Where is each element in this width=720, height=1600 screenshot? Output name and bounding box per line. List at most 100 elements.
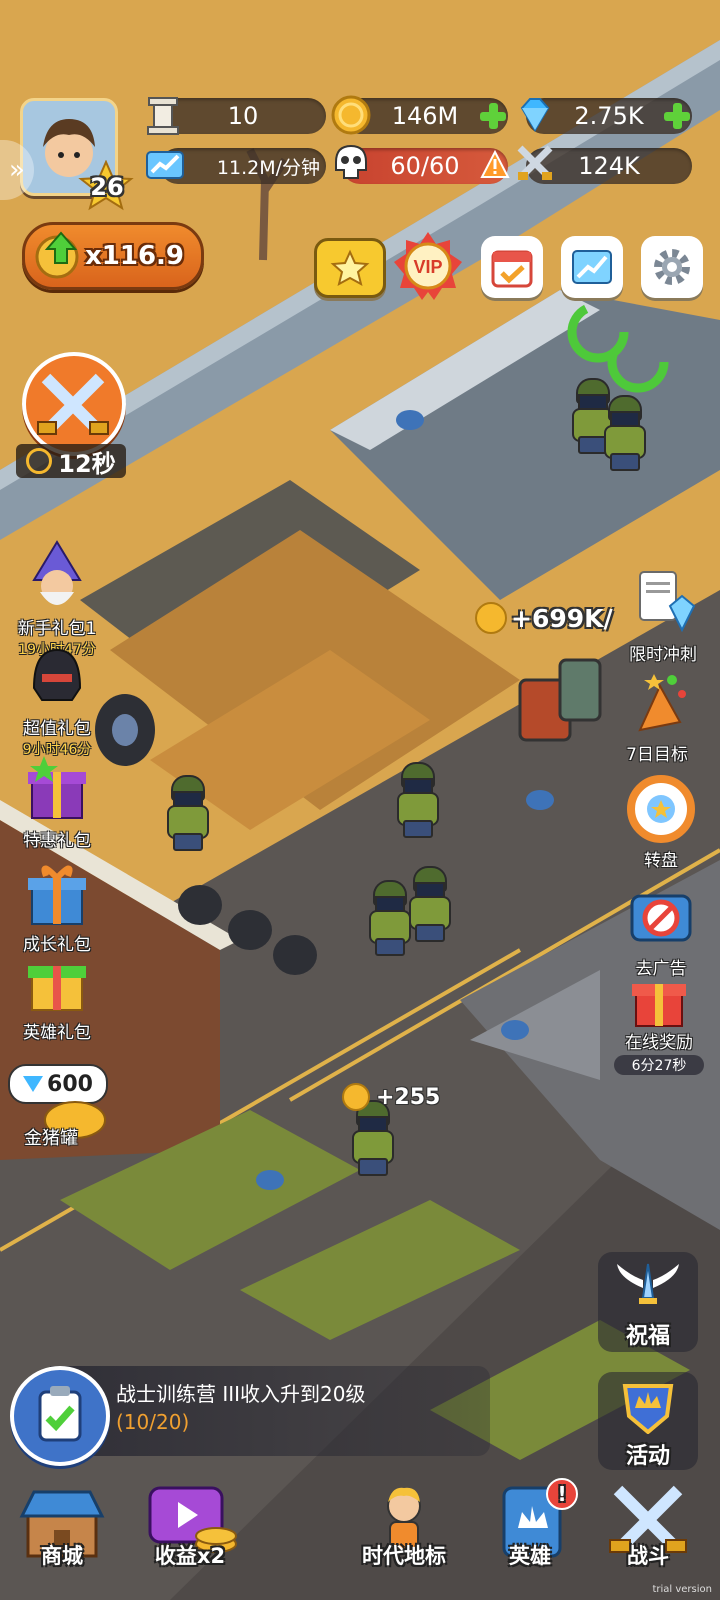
side-item-growth-pack[interactable]: 成长礼包	[2, 856, 112, 955]
side-item-7day-goal[interactable]: 7日目标	[602, 666, 712, 765]
soldier-figure[interactable]	[600, 395, 646, 471]
pillar-icon	[142, 94, 184, 136]
gem-icon	[514, 94, 556, 136]
soldier-figure[interactable]	[348, 1100, 394, 1176]
dark-helmet-icon	[20, 640, 94, 714]
income-multiplier-button[interactable]: x116.9	[22, 222, 204, 290]
nav-label: 时代地标	[362, 1544, 446, 1568]
side-item-label: 限时冲刺	[629, 645, 697, 665]
side-item-value-pack[interactable]: 超值礼包 9小时46分	[2, 640, 112, 759]
skull-icon	[330, 142, 372, 184]
level-star-badge: 26	[78, 159, 134, 212]
chevron-right-icon: »	[9, 155, 25, 185]
activity-label: 活动	[625, 1444, 670, 1469]
nav-heroes[interactable]: ! 英雄	[480, 1478, 580, 1584]
growth-chart-icon	[572, 250, 612, 284]
quest-bar[interactable]: 战士训练营 III收入升到20级 (10/20)	[50, 1366, 490, 1456]
settings-button[interactable]	[641, 236, 703, 298]
winged-sword-icon	[617, 1263, 679, 1304]
ticket-star-icon	[330, 249, 370, 286]
piggy-value: 600	[47, 1071, 93, 1097]
stopwatch-icon	[26, 448, 53, 474]
clipboard-crystal-icon	[626, 566, 700, 640]
no-ads-tv-icon	[624, 880, 698, 954]
quest-icon-button[interactable]	[10, 1366, 110, 1466]
side-item-hero-pack[interactable]: 英雄礼包	[2, 944, 112, 1043]
pass-ticket-button[interactable]	[314, 238, 386, 298]
soldier-figure[interactable]	[393, 762, 439, 838]
coin-up-arrow-icon	[35, 231, 79, 279]
side-item-label: 超值礼包	[23, 719, 91, 739]
gift-chest-icon	[20, 944, 94, 1018]
vip-badge-icon: VIP	[394, 232, 462, 300]
coin-popup: +255	[342, 1083, 440, 1111]
side-item-remove-ads[interactable]: 去广告	[606, 880, 716, 979]
side-item-time-sprint[interactable]: 限时冲刺	[608, 566, 718, 665]
side-item-timer: 6分27秒	[614, 1055, 704, 1075]
calendar-button[interactable]	[481, 236, 543, 298]
piggy-label: 金猪罐	[24, 1128, 78, 1149]
calendar-icon	[491, 250, 533, 288]
add-coins-button[interactable]	[478, 101, 508, 131]
pillar-count: 10	[227, 102, 259, 130]
crown-shield-icon	[622, 1384, 674, 1435]
nav-battle[interactable]: 战斗	[596, 1482, 700, 1584]
pillar-resource-bar[interactable]: 10	[160, 98, 326, 134]
soldier-figure[interactable]	[163, 775, 209, 851]
notification-badge-icon: !	[546, 1478, 578, 1510]
nav-label: 商城	[41, 1544, 83, 1568]
checklist-icon	[38, 1386, 82, 1442]
nav-label: 英雄	[509, 1544, 551, 1568]
soldier-figure[interactable]	[405, 866, 451, 942]
nav-shop[interactable]: 商城	[8, 1482, 116, 1584]
multiplier-value: x116.9	[85, 241, 185, 271]
gift-box-icon	[20, 856, 94, 930]
svg-text:VIP: VIP	[413, 257, 442, 277]
side-item-label: 在线奖励	[625, 1033, 693, 1053]
income-popup-text: +699K/	[511, 603, 613, 633]
wizard-icon	[20, 540, 94, 614]
activity-button[interactable]: 活动	[598, 1372, 698, 1470]
side-item-label: 转盘	[644, 851, 678, 871]
watermark: trial version	[652, 1584, 712, 1595]
gem-count: 2.75K	[574, 102, 644, 130]
vip-button[interactable]: VIP	[392, 230, 464, 302]
side-item-label: 7日目标	[626, 745, 688, 765]
crossed-swords-icon	[514, 142, 556, 184]
blessing-label: 祝福	[625, 1324, 670, 1349]
battle-timer-text: 12秒	[58, 449, 116, 478]
quest-progress: (10/20)	[116, 1410, 190, 1434]
side-item-special-pack[interactable]: 特惠礼包	[2, 752, 112, 851]
side-item-online-reward[interactable]: 在线奖励 6分27秒	[604, 972, 714, 1075]
nav-era-landmark[interactable]: 时代地标	[342, 1482, 466, 1584]
income-chart-icon	[144, 144, 186, 186]
income-rate: 11.2M/分钟	[216, 156, 320, 179]
player-level: 26	[90, 173, 124, 201]
blessing-button[interactable]: 祝福	[598, 1252, 698, 1352]
side-item-wheel[interactable]: 转盘	[606, 772, 716, 871]
side-item-label: 特惠礼包	[23, 831, 91, 851]
side-item-label: 英雄礼包	[23, 1023, 91, 1043]
coin-icon	[475, 602, 507, 634]
gem-icon	[23, 1076, 44, 1092]
gear-icon	[654, 249, 690, 285]
population-count: 60/60	[390, 152, 460, 180]
side-item-label: 新手礼包1	[17, 619, 97, 639]
add-gems-button[interactable]	[662, 101, 692, 131]
stats-button[interactable]	[561, 236, 623, 298]
coin-icon	[342, 1083, 370, 1111]
spin-wheel-icon	[624, 772, 698, 846]
battle-timer: 12秒	[16, 444, 126, 478]
coin-icon	[330, 94, 372, 136]
crossed-swords-icon	[37, 373, 109, 435]
coin-count: 146M	[391, 102, 459, 130]
gift-stars-icon	[20, 752, 94, 826]
income-popup: +699K/	[475, 602, 613, 634]
piggy-bank-button[interactable]: 600 金猪罐	[6, 1064, 116, 1154]
warning-icon[interactable]	[480, 149, 510, 184]
nav-label: 收益x2	[154, 1544, 226, 1568]
nav-double-income[interactable]: 收益x2	[132, 1482, 248, 1584]
coin-popup-text: +255	[376, 1084, 441, 1110]
battle-quick-button[interactable]	[22, 352, 126, 456]
nav-label: 战斗	[627, 1544, 669, 1568]
